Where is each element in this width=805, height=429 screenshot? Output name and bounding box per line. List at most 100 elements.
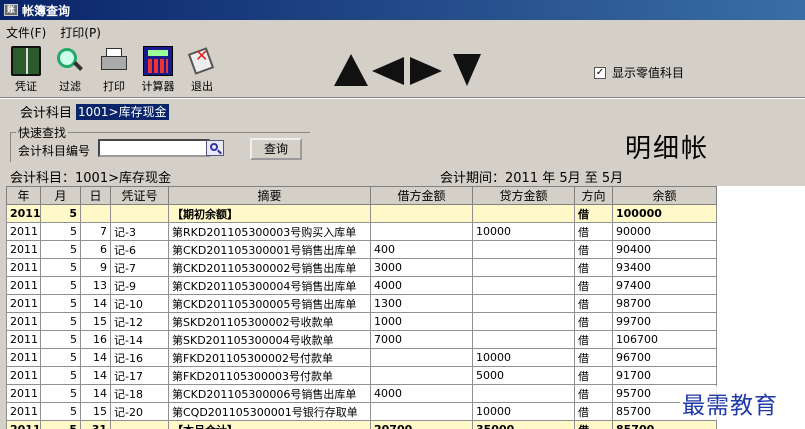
cell-debit: 3000 <box>370 258 473 277</box>
cell-y: 2011 <box>6 420 41 429</box>
period-info: 会计期间：2011 年 5月 至 5月 <box>440 171 624 186</box>
cell-bal: 90400 <box>612 240 717 259</box>
col-year[interactable]: 年 <box>6 186 41 205</box>
table-row[interactable]: 2011 5 6 记-6 第CKD201105300001号销售出库单 400 借 90400 <box>6 240 717 259</box>
cell-d: 16 <box>80 330 111 349</box>
cell-m: 5 <box>40 402 81 421</box>
table-header-row: 年 月 日 凭证号 摘要 借方金额 贷方金额 方向 余额 <box>6 186 717 205</box>
show-zero-checkbox[interactable]: ✓ 显示零值科目 <box>594 64 684 81</box>
cell-desc: 第SKD201105300002号收款单 <box>168 312 371 331</box>
col-balance[interactable]: 余额 <box>612 186 717 205</box>
toolbar-divider <box>0 97 805 99</box>
menu-file[interactable]: 文件(F) <box>6 24 46 41</box>
arrow-first-icon <box>334 54 368 86</box>
table-row[interactable]: 2011 5 【期初余额】 借 100000 <box>6 204 717 223</box>
voucher-button[interactable]: 凭证 <box>4 46 48 96</box>
exit-door-icon: ✕ <box>187 46 217 76</box>
account-code-label: 会计科目编号 <box>18 144 91 158</box>
cell-desc: 第RKD201105300003号购买入库单 <box>168 222 371 241</box>
app-icon: 账 <box>4 4 18 16</box>
menu-print[interactable]: 打印(P) <box>60 24 101 41</box>
cell-debit: 1000 <box>370 312 473 331</box>
cell-dir: 借 <box>574 240 613 259</box>
cell-m: 5 <box>40 276 81 295</box>
cell-d: 14 <box>80 348 111 367</box>
table-row[interactable]: 2011 5 9 记-7 第CKD201105300002号销售出库单 3000 借 9340… <box>6 258 717 277</box>
cell-debit: 400 <box>370 240 473 259</box>
cell-v: 记-16 <box>110 348 169 367</box>
lookup-icon[interactable] <box>206 140 224 156</box>
table-row[interactable]: 2011 5 15 记-12 第SKD201105300002号收款单 1000 借 9970… <box>6 312 717 331</box>
table-row[interactable]: 2011 5 14 记-17 第FKD201105300003号付款单 5000 借 9170… <box>6 366 717 385</box>
col-voucher[interactable]: 凭证号 <box>110 186 169 205</box>
col-month[interactable]: 月 <box>40 186 81 205</box>
cell-y: 2011 <box>6 384 41 403</box>
col-debit[interactable]: 借方金额 <box>370 186 473 205</box>
col-summary[interactable]: 摘要 <box>168 186 371 205</box>
cell-debit <box>370 366 473 385</box>
first-record-button[interactable] <box>334 54 368 88</box>
cell-d: 6 <box>80 240 111 259</box>
exit-label: 退出 <box>191 80 213 93</box>
cell-dir: 借 <box>574 330 613 349</box>
calculator-icon <box>143 46 173 76</box>
cell-bal: 90000 <box>612 222 717 241</box>
cell-bal: 97400 <box>612 276 717 295</box>
print-button[interactable]: 打印 <box>92 46 136 96</box>
cell-m: 5 <box>40 294 81 313</box>
cell-m: 5 <box>40 348 81 367</box>
toolbar: 凭证 过滤 打印 计算器 ✕ 退出 <box>0 44 805 96</box>
cell-debit <box>370 222 473 241</box>
window-title: 帐簿查询 <box>22 3 71 18</box>
cell-d: 9 <box>80 258 111 277</box>
table-row[interactable]: 2011 5 15 记-20 第CQD201105300001号银行存取单 10000 借 8… <box>6 402 717 421</box>
table-row[interactable]: 2011 5 14 记-10 第CKD201105300005号销售出库单 1300 借 98… <box>6 294 717 313</box>
col-day[interactable]: 日 <box>80 186 111 205</box>
cell-credit <box>472 240 575 259</box>
table-row[interactable]: 2011 5 14 记-16 第FKD201105300002号付款单 10000 借 967… <box>6 348 717 367</box>
cell-v: 记-17 <box>110 366 169 385</box>
col-direction[interactable]: 方向 <box>574 186 613 205</box>
cell-y: 2011 <box>6 348 41 367</box>
table-row[interactable]: 2011 5 14 记-18 第CKD201105300006号销售出库单 4000 借 95… <box>6 384 717 403</box>
arrow-left-icon <box>372 57 404 85</box>
cell-bal: 85700 <box>612 420 717 429</box>
cell-d: 7 <box>80 222 111 241</box>
table-row[interactable]: 2011531 【本月合计】2070035000借85700 <box>6 420 717 429</box>
cell-credit: 35000 <box>472 420 575 429</box>
watermark-text: 最需教育 <box>680 386 780 420</box>
cell-d: 14 <box>80 384 111 403</box>
account-field[interactable]: 1001>库存现金 <box>76 103 169 120</box>
cell-bal: 100000 <box>612 204 717 223</box>
cell-credit <box>472 258 575 277</box>
calculator-button[interactable]: 计算器 <box>136 46 180 96</box>
table-row[interactable]: 2011 5 7 记-3 第RKD201105300003号购买入库单 10000 借 900… <box>6 222 717 241</box>
filter-button[interactable]: 过滤 <box>48 46 92 96</box>
cell-bal: 98700 <box>612 294 717 313</box>
cell-credit <box>472 312 575 331</box>
cell-desc: 第CKD201105300001号销售出库单 <box>168 240 371 259</box>
cell-debit <box>370 204 473 223</box>
cell-y: 2011 <box>6 402 41 421</box>
last-record-button[interactable] <box>450 54 484 88</box>
account-code-input[interactable] <box>98 139 210 157</box>
arrow-last-icon <box>453 54 481 86</box>
prev-record-button[interactable] <box>372 54 406 88</box>
cell-d: 15 <box>80 312 111 331</box>
query-button[interactable]: 查询 <box>250 138 302 160</box>
cell-credit <box>472 384 575 403</box>
cell-m: 5 <box>40 384 81 403</box>
cell-debit: 4000 <box>370 384 473 403</box>
account-row: 会计科目 1001>库存现金 <box>20 102 169 121</box>
cell-y: 2011 <box>6 204 41 223</box>
cell-dir: 借 <box>574 402 613 421</box>
col-credit[interactable]: 贷方金额 <box>472 186 575 205</box>
cell-credit: 10000 <box>472 402 575 421</box>
table-row[interactable]: 2011 5 13 记-9 第CKD201105300004号销售出库单 4000 借 974… <box>6 276 717 295</box>
exit-button[interactable]: ✕ 退出 <box>180 46 224 96</box>
filter-label: 过滤 <box>59 80 81 93</box>
next-record-button[interactable] <box>410 54 444 88</box>
cell-y: 2011 <box>6 240 41 259</box>
table-row[interactable]: 2011 5 16 记-14 第SKD201105300004号收款单 7000 借 1067… <box>6 330 717 349</box>
cell-y: 2011 <box>6 330 41 349</box>
